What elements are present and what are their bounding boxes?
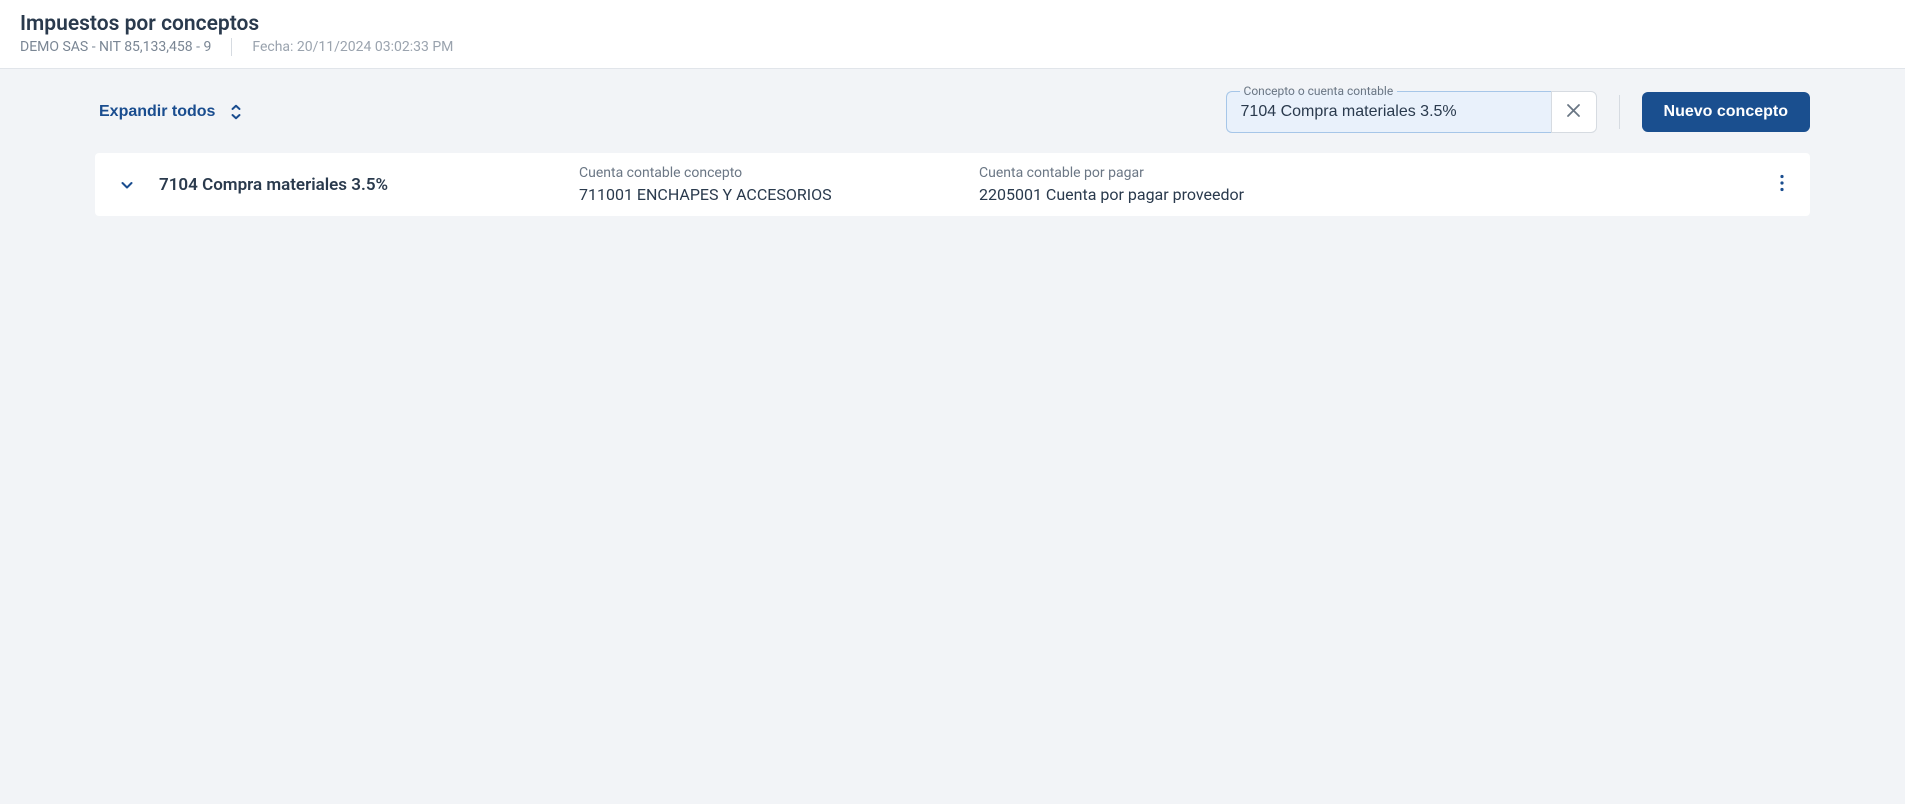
toolbar-right: Concepto o cuenta contable Nuevo concept…	[1226, 91, 1810, 133]
page-header: Impuestos por conceptos DEMO SAS - NIT 8…	[0, 0, 1905, 69]
close-icon	[1566, 103, 1581, 121]
header-divider	[231, 38, 232, 56]
content-area: Expandir todos Concepto o cuenta contabl…	[0, 69, 1905, 804]
clear-search-button[interactable]	[1551, 91, 1597, 133]
concept-account-column: Cuenta contable concepto 711001 ENCHAPES…	[579, 165, 979, 204]
toolbar-left: Expandir todos	[95, 97, 247, 127]
concept-list: 7104 Compra materiales 3.5% Cuenta conta…	[95, 153, 1810, 216]
payable-account-label: Cuenta contable por pagar	[979, 165, 1774, 181]
toolbar-divider	[1619, 95, 1620, 129]
payable-account-value: 2205001 Cuenta por pagar proveedor	[979, 185, 1774, 204]
search-label: Concepto o cuenta contable	[1240, 84, 1398, 98]
chevron-down-icon	[119, 177, 135, 193]
concept-account-label: Cuenta contable concepto	[579, 165, 979, 181]
expand-collapse-icon	[229, 104, 243, 120]
expand-all-button[interactable]: Expandir todos	[95, 97, 247, 127]
payable-account-column: Cuenta contable por pagar 2205001 Cuenta…	[979, 165, 1774, 204]
concept-row[interactable]: 7104 Compra materiales 3.5% Cuenta conta…	[95, 153, 1810, 216]
concept-name: 7104 Compra materiales 3.5%	[159, 175, 579, 195]
expand-all-label: Expandir todos	[99, 103, 215, 121]
more-vertical-icon	[1780, 174, 1784, 195]
page-title: Impuestos por conceptos	[20, 12, 259, 36]
toolbar: Expandir todos Concepto o cuenta contabl…	[95, 91, 1810, 133]
company-info: DEMO SAS - NIT 85,133,458 - 9	[20, 39, 211, 55]
search-wrapper: Concepto o cuenta contable	[1226, 91, 1597, 133]
row-menu-button[interactable]	[1774, 168, 1790, 201]
date-info: Fecha: 20/11/2024 03:02:33 PM	[252, 39, 453, 55]
concept-account-value: 711001 ENCHAPES Y ACCESORIOS	[579, 185, 979, 204]
new-concept-button[interactable]: Nuevo concepto	[1642, 92, 1810, 132]
page-subheader: DEMO SAS - NIT 85,133,458 - 9 Fecha: 20/…	[20, 38, 453, 56]
